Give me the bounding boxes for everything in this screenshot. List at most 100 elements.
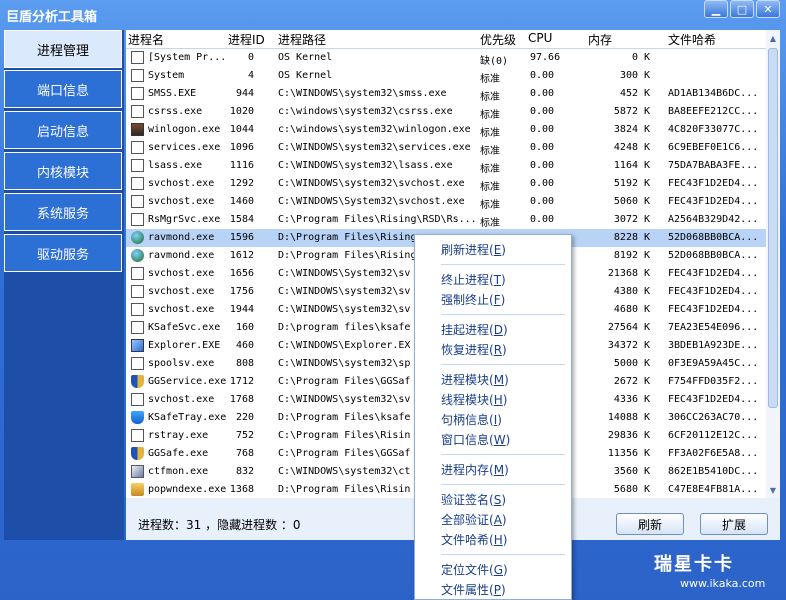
process-globe-icon — [131, 231, 144, 244]
menu-separator — [441, 484, 565, 485]
maximize-button[interactable]: □ — [730, 0, 754, 18]
memory-unit: K — [644, 214, 651, 225]
table-row[interactable]: [System Pr... 0 OS Kernel 缺(0) 97.66 0 K — [126, 49, 766, 67]
process-priority: 标准 — [480, 218, 500, 229]
file-hash: 4C820F33077C... — [668, 124, 759, 135]
menu-terminate-process[interactable]: 终止进程(T) — [441, 271, 506, 288]
menu-process-modules[interactable]: 进程模块(M) — [441, 371, 509, 388]
process-blank-icon — [131, 213, 144, 226]
table-row[interactable]: csrss.exe 1020 c:\windows\system32\csrss.e… — [126, 103, 766, 121]
menu-file-hash[interactable]: 文件哈希(H) — [441, 531, 507, 548]
close-button[interactable]: ✕ — [756, 0, 780, 18]
menu-thread-modules-label: 线程模块 — [441, 393, 490, 407]
sidebar: 进程管理端口信息启动信息内核模块 系统服务 驱动服务 — [4, 30, 124, 540]
process-id: 4 — [247, 70, 254, 81]
menu-process-memory[interactable]: 进程内存(M) — [441, 461, 509, 478]
process-shield-icon — [131, 447, 144, 460]
title-bar[interactable]: 巨盾分析工具箱 ▁ □ ✕ — [0, 0, 786, 26]
process-cpu: 97.66 — [530, 52, 561, 63]
menu-terminate-process-label: 终止进程 — [441, 273, 490, 287]
table-header: 进程名 进程ID 进程路径 优先级 CPU 内存 文件哈希 — [126, 30, 766, 49]
memory-unit: K — [644, 160, 651, 171]
watermark-url: www.ikaka.com — [680, 577, 766, 590]
process-path: C:\WINDOWS\system32\svchost.exe — [278, 178, 465, 189]
menu-verify-all[interactable]: 全部验证(A) — [441, 511, 507, 528]
minimize-button[interactable]: ▁ — [704, 0, 728, 18]
table-row[interactable]: winlogon.exe 1044 c:\windows\system32\winl… — [126, 121, 766, 139]
process-cpu: 0.00 — [530, 178, 555, 189]
table-row[interactable]: lsass.exe 1116 C:\WINDOWS\system32\lsass.e… — [126, 157, 766, 175]
menu-suspend-process[interactable]: 挂起进程(D) — [441, 321, 508, 338]
menu-locate-file[interactable]: 定位文件(G) — [441, 561, 508, 578]
process-cpu: 0.00 — [530, 142, 555, 153]
process-priority: 标准 — [480, 200, 500, 211]
process-memory: 5872 — [613, 106, 638, 117]
sidebar-item-5[interactable]: 驱动服务 — [4, 234, 122, 272]
vertical-scrollbar[interactable]: ▲ ▼ — [766, 30, 780, 498]
sidebar-item-1[interactable]: 端口信息 — [4, 70, 122, 108]
col-cpu-header[interactable]: CPU — [528, 31, 552, 45]
memory-unit: K — [644, 322, 651, 333]
process-blank-icon — [131, 105, 144, 118]
sidebar-item-0[interactable]: 进程管理 — [4, 30, 122, 68]
sidebar-item-label: 端口信息 — [36, 83, 89, 99]
process-blank-icon — [131, 177, 144, 190]
menu-shortcut-paren: ) — [497, 413, 502, 427]
col-path-header[interactable]: 进程路径 — [278, 31, 326, 48]
sidebar-item-4[interactable]: 系统服务 — [4, 193, 122, 231]
menu-file-properties[interactable]: 文件属性(P) — [441, 581, 506, 598]
process-blank-icon — [131, 195, 144, 208]
menu-process-modules-shortcut: M — [493, 373, 505, 387]
sidebar-item-3[interactable]: 内核模块 — [4, 152, 122, 190]
table-row[interactable]: RsMgrSvc.exe 1584 C:\Program Files\Rising\… — [126, 211, 766, 229]
col-memory-header[interactable]: 内存 — [588, 31, 612, 48]
process-explorer-icon — [131, 339, 144, 352]
scroll-down-icon[interactable]: ▼ — [767, 484, 779, 496]
process-path: c:\windows\system32\csrss.exe — [278, 106, 453, 117]
col-priority-header[interactable]: 优先级 — [480, 31, 516, 48]
process-cpu: 0.00 — [530, 214, 555, 225]
menu-file-hash-shortcut: H — [493, 533, 503, 547]
menu-force-terminate-shortcut: F — [493, 293, 501, 307]
col-hash-header[interactable]: 文件哈希 — [668, 31, 716, 48]
menu-verify-signature-label: 验证签名 — [441, 493, 490, 507]
file-hash: 6C9EBEF0E1C6... — [668, 142, 759, 153]
process-path: C:\WINDOWS\system32\services.exe — [278, 142, 471, 153]
process-priority: 标准 — [480, 92, 500, 103]
menu-resume-process[interactable]: 恢复进程(R) — [441, 341, 507, 358]
menu-refresh-process[interactable]: 刷新进程(E) — [441, 241, 506, 258]
menu-separator — [441, 314, 565, 315]
process-id: 944 — [235, 88, 254, 99]
close-icon: ✕ — [763, 2, 773, 16]
scroll-thumb[interactable] — [768, 48, 778, 408]
process-blank-icon — [131, 303, 144, 316]
process-id: 1116 — [229, 160, 254, 171]
menu-window-info[interactable]: 窗口信息(W) — [441, 431, 510, 448]
scroll-up-icon[interactable]: ▲ — [767, 32, 779, 44]
menu-verify-signature[interactable]: 验证签名(S) — [441, 491, 506, 508]
process-memory: 300 — [619, 70, 638, 81]
menu-thread-modules[interactable]: 线程模块(H) — [441, 391, 507, 408]
sidebar-item-label: 启动信息 — [36, 124, 89, 140]
expand-button[interactable]: 扩展 — [700, 513, 768, 535]
table-row[interactable]: services.exe 1096 C:\WINDOWS\system32\serv… — [126, 139, 766, 157]
table-row[interactable]: SMSS.EXE 944 C:\WINDOWS\system32\smss.exe 标… — [126, 85, 766, 103]
col-name-header[interactable]: 进程名 — [128, 31, 164, 48]
menu-force-terminate[interactable]: 强制终止(F) — [441, 291, 505, 308]
file-hash: A2564B329D42... — [668, 214, 759, 225]
menu-terminate-process-shortcut: T — [493, 273, 502, 287]
table-row[interactable]: System 4 OS Kernel 标准 0.00 300 K — [126, 67, 766, 85]
menu-handle-info[interactable]: 句柄信息(I) — [441, 411, 502, 428]
refresh-button[interactable]: 刷新 — [616, 513, 684, 535]
sidebar-item-2[interactable]: 启动信息 — [4, 111, 122, 149]
file-hash: FF3A02F6E5A8... — [668, 448, 759, 459]
process-cpu: 0.00 — [530, 88, 555, 99]
menu-shortcut-paren: ) — [504, 373, 509, 387]
memory-unit: K — [644, 232, 651, 243]
col-pid-header[interactable]: 进程ID — [228, 31, 265, 48]
table-row[interactable]: svchost.exe 1460 C:\WINDOWS\System32\svcho… — [126, 193, 766, 211]
process-memory: 5680 — [613, 484, 638, 495]
menu-resume-process-label: 恢复进程 — [441, 343, 490, 357]
memory-unit: K — [644, 430, 651, 441]
table-row[interactable]: svchost.exe 1292 C:\WINDOWS\system32\svcho… — [126, 175, 766, 193]
